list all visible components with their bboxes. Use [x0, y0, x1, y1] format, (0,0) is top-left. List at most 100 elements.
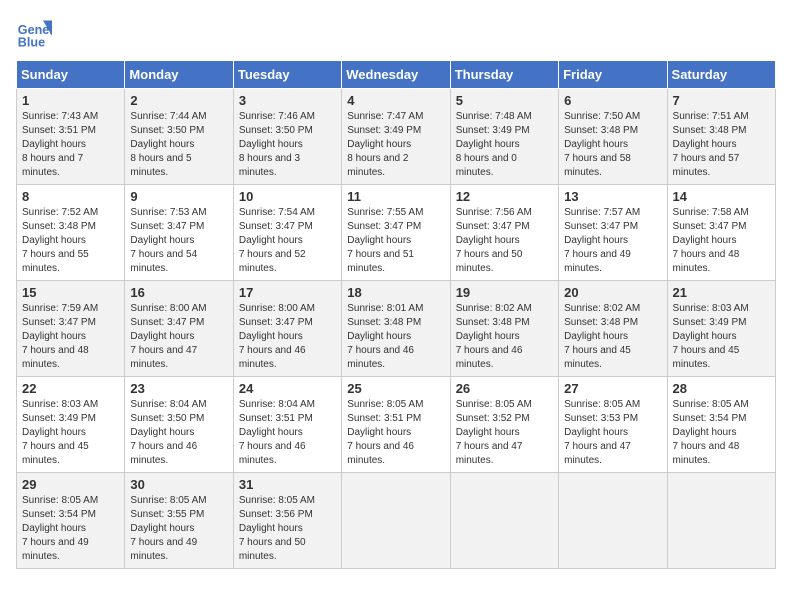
header-wednesday: Wednesday [342, 61, 450, 89]
day-number: 17 [239, 285, 336, 300]
day-cell: 27 Sunrise: 8:05 AMSunset: 3:53 PMDayligh… [559, 377, 667, 473]
day-cell: 26 Sunrise: 8:05 AMSunset: 3:52 PMDayligh… [450, 377, 558, 473]
day-number: 5 [456, 93, 553, 108]
day-cell: 29 Sunrise: 8:05 AMSunset: 3:54 PMDayligh… [17, 473, 125, 569]
header-thursday: Thursday [450, 61, 558, 89]
day-cell: 31Sunrise: 8:05 AMSunset: 3:56 PMDayligh… [233, 473, 341, 569]
day-number: 31 [239, 477, 336, 492]
day-cell [450, 473, 558, 569]
day-info: Sunrise: 8:03 AMSunset: 3:49 PMDaylight … [673, 302, 770, 372]
day-info: Sunrise: 7:54 AMSunset: 3:47 PMDaylight … [239, 206, 336, 276]
day-number: 29 [22, 477, 119, 492]
day-number: 22 [22, 381, 119, 396]
day-cell: 23Sunrise: 8:04 AMSunset: 3:50 PMDayligh… [125, 377, 233, 473]
day-cell: 24 Sunrise: 8:04 AMSunset: 3:51 PMDayligh… [233, 377, 341, 473]
day-info: Sunrise: 7:51 AMSunset: 3:48 PMDaylight … [673, 110, 770, 180]
day-info: Sunrise: 7:53 AMSunset: 3:47 PMDaylight … [130, 206, 227, 276]
week-row-2: 8 Sunrise: 7:52 AMSunset: 3:48 PMDaylight… [17, 185, 776, 281]
day-info: Sunrise: 7:52 AMSunset: 3:48 PMDaylight … [22, 206, 119, 276]
day-number: 8 [22, 189, 119, 204]
day-cell: 30 Sunrise: 8:05 AMSunset: 3:55 PMDayligh… [125, 473, 233, 569]
day-cell: 19 Sunrise: 8:02 AMSunset: 3:48 PMDayligh… [450, 281, 558, 377]
day-number: 23 [130, 381, 227, 396]
day-cell: 13 Sunrise: 7:57 AMSunset: 3:47 PMDayligh… [559, 185, 667, 281]
day-info: Sunrise: 7:56 AMSunset: 3:47 PMDaylight … [456, 206, 553, 276]
day-number: 10 [239, 189, 336, 204]
header-saturday: Saturday [667, 61, 775, 89]
header-monday: Monday [125, 61, 233, 89]
week-row-4: 22 Sunrise: 8:03 AMSunset: 3:49 PMDayligh… [17, 377, 776, 473]
day-cell: 10 Sunrise: 7:54 AMSunset: 3:47 PMDayligh… [233, 185, 341, 281]
day-number: 27 [564, 381, 661, 396]
day-number: 2 [130, 93, 227, 108]
day-number: 25 [347, 381, 444, 396]
day-cell [559, 473, 667, 569]
day-cell: 8 Sunrise: 7:52 AMSunset: 3:48 PMDaylight… [17, 185, 125, 281]
day-info: Sunrise: 8:05 AMSunset: 3:54 PMDaylight … [673, 398, 770, 468]
day-number: 9 [130, 189, 227, 204]
day-cell: 20 Sunrise: 8:02 AMSunset: 3:48 PMDayligh… [559, 281, 667, 377]
day-cell: 17 Sunrise: 8:00 AMSunset: 3:47 PMDayligh… [233, 281, 341, 377]
day-info: Sunrise: 8:04 AMSunset: 3:51 PMDaylight … [239, 398, 336, 468]
day-number: 14 [673, 189, 770, 204]
day-number: 3 [239, 93, 336, 108]
day-info: Sunrise: 8:02 AMSunset: 3:48 PMDaylight … [456, 302, 553, 372]
day-info: Sunrise: 8:01 AMSunset: 3:48 PMDaylight … [347, 302, 444, 372]
week-row-1: 1 Sunrise: 7:43 AMSunset: 3:51 PMDaylight… [17, 89, 776, 185]
day-cell [342, 473, 450, 569]
day-info: Sunrise: 7:46 AMSunset: 3:50 PMDaylight … [239, 110, 336, 180]
day-info: Sunrise: 8:05 AMSunset: 3:53 PMDaylight … [564, 398, 661, 468]
day-number: 11 [347, 189, 444, 204]
day-info: Sunrise: 8:02 AMSunset: 3:48 PMDaylight … [564, 302, 661, 372]
day-info: Sunrise: 7:59 AMSunset: 3:47 PMDaylight … [22, 302, 119, 372]
day-number: 6 [564, 93, 661, 108]
logo: General Blue [16, 16, 52, 52]
day-number: 20 [564, 285, 661, 300]
day-cell: 6 Sunrise: 7:50 AMSunset: 3:48 PMDaylight… [559, 89, 667, 185]
day-cell: 21 Sunrise: 8:03 AMSunset: 3:49 PMDayligh… [667, 281, 775, 377]
day-number: 13 [564, 189, 661, 204]
day-cell: 14Sunrise: 7:58 AMSunset: 3:47 PMDayligh… [667, 185, 775, 281]
calendar-header: SundayMondayTuesdayWednesdayThursdayFrid… [17, 61, 776, 89]
day-number: 15 [22, 285, 119, 300]
day-cell: 11 Sunrise: 7:55 AMSunset: 3:47 PMDayligh… [342, 185, 450, 281]
day-number: 19 [456, 285, 553, 300]
day-cell: 18 Sunrise: 8:01 AMSunset: 3:48 PMDayligh… [342, 281, 450, 377]
day-info: Sunrise: 8:05 AMSunset: 3:52 PMDaylight … [456, 398, 553, 468]
day-cell: 12 Sunrise: 7:56 AMSunset: 3:47 PMDayligh… [450, 185, 558, 281]
day-info: Sunrise: 8:00 AMSunset: 3:47 PMDaylight … [239, 302, 336, 372]
day-number: 12 [456, 189, 553, 204]
day-info: Sunrise: 7:57 AMSunset: 3:47 PMDaylight … [564, 206, 661, 276]
day-info: Sunrise: 8:03 AMSunset: 3:49 PMDaylight … [22, 398, 119, 468]
header: General Blue [16, 16, 776, 52]
day-number: 28 [673, 381, 770, 396]
day-info: Sunrise: 7:43 AMSunset: 3:51 PMDaylight … [22, 110, 119, 180]
day-info: Sunrise: 7:50 AMSunset: 3:48 PMDaylight … [564, 110, 661, 180]
logo-icon: General Blue [16, 16, 52, 52]
header-sunday: Sunday [17, 61, 125, 89]
week-row-3: 15 Sunrise: 7:59 AMSunset: 3:47 PMDayligh… [17, 281, 776, 377]
day-cell: 25 Sunrise: 8:05 AMSunset: 3:51 PMDayligh… [342, 377, 450, 473]
day-cell: 4Sunrise: 7:47 AMSunset: 3:49 PMDaylight… [342, 89, 450, 185]
day-cell: 3 Sunrise: 7:46 AMSunset: 3:50 PMDaylight… [233, 89, 341, 185]
day-info: Sunrise: 8:05 AMSunset: 3:54 PMDaylight … [22, 494, 119, 564]
day-info: Sunrise: 7:44 AMSunset: 3:50 PMDaylight … [130, 110, 227, 180]
day-number: 4 [347, 93, 444, 108]
day-info: Sunrise: 7:55 AMSunset: 3:47 PMDaylight … [347, 206, 444, 276]
day-info: Sunrise: 8:05 AMSunset: 3:51 PMDaylight … [347, 398, 444, 468]
day-number: 26 [456, 381, 553, 396]
day-number: 18 [347, 285, 444, 300]
day-info: Sunrise: 7:48 AMSunset: 3:49 PMDaylight … [456, 110, 553, 180]
svg-text:Blue: Blue [18, 36, 45, 50]
day-info: Sunrise: 8:05 AMSunset: 3:55 PMDaylight … [130, 494, 227, 564]
day-cell [667, 473, 775, 569]
header-friday: Friday [559, 61, 667, 89]
day-number: 16 [130, 285, 227, 300]
day-number: 30 [130, 477, 227, 492]
day-number: 21 [673, 285, 770, 300]
day-cell: 9 Sunrise: 7:53 AMSunset: 3:47 PMDaylight… [125, 185, 233, 281]
day-number: 1 [22, 93, 119, 108]
day-cell: 16Sunrise: 8:00 AMSunset: 3:47 PMDayligh… [125, 281, 233, 377]
header-tuesday: Tuesday [233, 61, 341, 89]
day-number: 24 [239, 381, 336, 396]
